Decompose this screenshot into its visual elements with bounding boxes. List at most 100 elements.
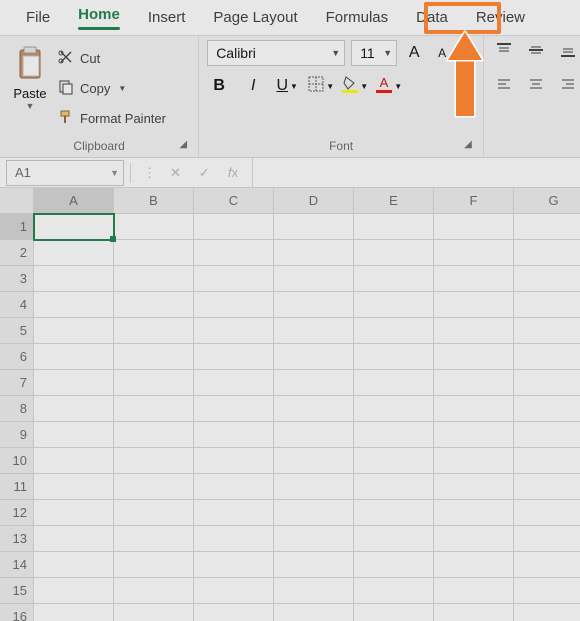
cancel-icon[interactable]: ✕ <box>170 165 181 181</box>
cell[interactable] <box>194 448 274 474</box>
cell[interactable] <box>34 552 114 578</box>
row-header[interactable]: 2 <box>0 240 34 266</box>
paste-button[interactable]: Paste ▼ <box>8 40 52 130</box>
cell[interactable] <box>114 422 194 448</box>
cell[interactable] <box>514 474 580 500</box>
row-header[interactable]: 5 <box>0 318 34 344</box>
ribbon-tab-formulas[interactable]: Formulas <box>312 1 403 34</box>
cell[interactable] <box>114 578 194 604</box>
cell[interactable] <box>434 422 514 448</box>
cell[interactable] <box>34 422 114 448</box>
align-top-button[interactable] <box>492 40 516 64</box>
row-header[interactable]: 9 <box>0 422 34 448</box>
cell[interactable] <box>194 500 274 526</box>
cell[interactable] <box>34 266 114 292</box>
column-header[interactable]: G <box>514 188 580 214</box>
cell[interactable] <box>194 240 274 266</box>
font-size-combo[interactable]: 11 ▼ <box>351 40 397 66</box>
cell[interactable] <box>194 552 274 578</box>
cell[interactable] <box>194 370 274 396</box>
cell[interactable] <box>434 448 514 474</box>
cell[interactable] <box>194 526 274 552</box>
ribbon-tab-data[interactable]: Data <box>402 1 462 34</box>
cell[interactable] <box>514 526 580 552</box>
cell[interactable] <box>34 604 114 621</box>
cell[interactable] <box>274 552 354 578</box>
cell[interactable] <box>114 370 194 396</box>
cell[interactable] <box>434 552 514 578</box>
row-header[interactable]: 11 <box>0 474 34 500</box>
row-header[interactable]: 12 <box>0 500 34 526</box>
cell[interactable] <box>114 344 194 370</box>
cell[interactable] <box>194 578 274 604</box>
cell[interactable] <box>514 604 580 621</box>
cell[interactable] <box>434 500 514 526</box>
cell[interactable] <box>274 292 354 318</box>
cell[interactable] <box>514 500 580 526</box>
ribbon-tab-home[interactable]: Home <box>64 0 134 38</box>
cell[interactable] <box>114 604 194 621</box>
row-header[interactable]: 10 <box>0 448 34 474</box>
cell[interactable] <box>434 604 514 621</box>
column-header[interactable]: C <box>194 188 274 214</box>
cell[interactable] <box>354 500 434 526</box>
cell[interactable] <box>274 344 354 370</box>
cell[interactable] <box>514 448 580 474</box>
cell[interactable] <box>514 344 580 370</box>
align-center-button[interactable] <box>524 74 548 98</box>
font-color-button[interactable]: A ▼ <box>377 74 401 98</box>
cell[interactable] <box>354 604 434 621</box>
column-header[interactable]: A <box>34 188 114 214</box>
cell[interactable] <box>194 318 274 344</box>
cell[interactable] <box>354 552 434 578</box>
cell[interactable] <box>274 604 354 621</box>
cell[interactable] <box>34 526 114 552</box>
cell[interactable] <box>194 344 274 370</box>
cell[interactable] <box>274 214 354 240</box>
cell[interactable] <box>34 500 114 526</box>
cell[interactable] <box>194 422 274 448</box>
cell[interactable] <box>34 370 114 396</box>
enter-icon[interactable]: ✓ <box>199 165 210 181</box>
cell[interactable] <box>114 396 194 422</box>
cell[interactable] <box>434 396 514 422</box>
cell[interactable] <box>434 214 514 240</box>
cell[interactable] <box>354 422 434 448</box>
align-left-button[interactable] <box>492 74 516 98</box>
align-right-button[interactable] <box>556 74 580 98</box>
cell[interactable] <box>34 448 114 474</box>
cell[interactable] <box>514 422 580 448</box>
cell[interactable] <box>34 318 114 344</box>
column-header[interactable]: B <box>114 188 194 214</box>
cell[interactable] <box>114 318 194 344</box>
copy-button[interactable]: Copy ▼ <box>58 76 166 100</box>
row-header[interactable]: 6 <box>0 344 34 370</box>
cell[interactable] <box>194 474 274 500</box>
cell[interactable] <box>34 240 114 266</box>
cell[interactable] <box>434 474 514 500</box>
cell[interactable] <box>274 578 354 604</box>
cell[interactable] <box>194 604 274 621</box>
cell[interactable] <box>114 474 194 500</box>
cell[interactable] <box>514 266 580 292</box>
cell[interactable] <box>354 266 434 292</box>
increase-font-button[interactable]: A <box>403 42 425 64</box>
cell[interactable] <box>274 474 354 500</box>
cell[interactable] <box>274 396 354 422</box>
cell[interactable] <box>514 370 580 396</box>
cell[interactable] <box>514 578 580 604</box>
cell[interactable] <box>514 214 580 240</box>
column-header[interactable]: F <box>434 188 514 214</box>
cell[interactable] <box>514 552 580 578</box>
row-header[interactable]: 8 <box>0 396 34 422</box>
cell[interactable] <box>114 500 194 526</box>
cell[interactable] <box>114 526 194 552</box>
fill-color-button[interactable]: ▼ <box>343 74 367 98</box>
cell[interactable] <box>354 318 434 344</box>
ribbon-tab-insert[interactable]: Insert <box>134 1 200 34</box>
underline-button[interactable]: U▼ <box>275 74 299 98</box>
cell[interactable] <box>114 552 194 578</box>
cell[interactable] <box>354 240 434 266</box>
row-header[interactable]: 7 <box>0 370 34 396</box>
cell[interactable] <box>514 292 580 318</box>
